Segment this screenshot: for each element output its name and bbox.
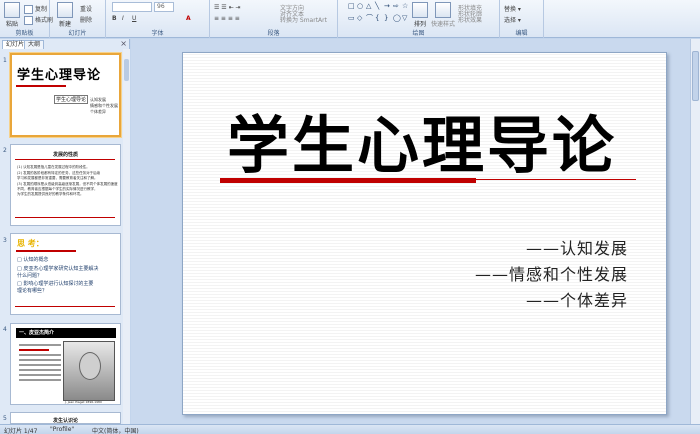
new-slide-button[interactable]: 新建 [54,2,76,28]
tab-outline[interactable]: 大纲 [24,40,45,49]
thumb-rule [15,217,115,218]
slide-counter: 幻灯片 1/47 [4,428,38,434]
smartart-button[interactable]: 转换为 SmartArt [280,15,327,24]
underline-button[interactable]: U [132,15,136,22]
thumb-items: 认知发展 情感和个性发展 个体差异 [90,97,118,114]
bold-button[interactable]: B [112,15,117,22]
close-icon[interactable]: × [120,39,127,48]
subtitle-line[interactable]: ——情感和个性发展 [475,261,628,285]
slide-number: 3 [3,237,7,244]
new-slide-icon [57,2,73,18]
italic-button[interactable]: I [122,15,124,22]
paragraph-group: ☰ ☰ ⇤ ⇥ ≡ ≡ ≡ ≡ 文字方向 对齐文本 转换为 SmartArt 段… [210,0,338,38]
theme-name: "Profile" [50,426,75,433]
font-size-select[interactable]: 96 [154,2,174,12]
drawing-label: 绘图 [412,30,425,37]
paste-icon [4,2,20,18]
arrange-icon [412,2,428,18]
font-name-select[interactable] [112,2,152,12]
portrait-image [63,341,115,401]
drawing-group: □ ○ △ ╲ → ⇨ ☆ ▭ ◇ ⌒{} ◯ ▽ 排列 快速样式 形状填充 形状轮廓 形状效果 绘… [338,0,500,38]
thumb-title: 发展的性质 [52,152,78,158]
clipboard-group: 粘贴 复制 格式刷 剪贴板 [0,0,53,38]
clipboard-label: 剪贴板 [15,30,34,37]
paste-button[interactable]: 粘贴 [3,2,21,28]
shape-effects-button[interactable]: 形状效果 [458,15,482,24]
format-painter-button[interactable]: 格式刷 [24,15,53,25]
slide-thumbnail-3[interactable]: 思 考： □ 认知的概念 □ 皮亚杰心理学家研究认知主要解决 什么问题？ □ 影… [10,233,121,315]
font-label: 字体 [151,30,164,37]
slides-label: 幻灯片 [68,30,87,37]
thumb-box: 学生心理导论 [54,95,89,104]
editing-label: 编辑 [515,30,528,37]
slide-title[interactable]: 学生心理导论 [227,95,617,185]
editing-group: 替换 ▾ 选择 ▾ 编辑 [500,0,544,38]
editor-scrollbar[interactable] [690,39,700,424]
arrange-button[interactable]: 排列 [410,2,430,28]
thumb-title: 学生心理导论 [17,68,102,83]
slide-thumbnail-2[interactable]: 发展的性质 (1) 认知发展是指儿童在发展过程中的阶段性。 (2) 发展的各阶段… [10,144,121,226]
align-buttons[interactable]: ≡ ≡ ≡ ≡ [214,15,240,22]
pane-tabs: 幻灯片 大纲 × [0,39,130,49]
replace-button[interactable]: 替换 ▾ [504,4,521,13]
slide-number: 4 [3,326,7,333]
font-group: 96 B I U A 字体 [106,0,210,38]
slide-editor: 学生心理导论 ——认知发展 ——情感和个性发展 ——个体差异 [131,39,700,424]
select-button[interactable]: 选择 ▾ [504,15,521,24]
current-slide[interactable]: 学生心理导论 ——认知发展 ——情感和个性发展 ——个体差异 [182,52,667,415]
subtitle-line[interactable]: ——认知发展 [526,235,628,259]
slides-group: 新建 重设 删除 幻灯片 [50,0,106,38]
slide-thumbnail-1[interactable]: 学生心理导论 学生心理导论 认知发展 情感和个性发展 个体差异 [10,53,121,137]
slide-number: 2 [3,147,7,154]
thumb-red-bar [16,250,76,252]
title-red-line [476,179,636,180]
ribbon: 粘贴 复制 格式刷 剪贴板 新建 重设 删除 幻灯片 96 B I U A 字体… [0,0,700,38]
quick-styles-icon [435,2,451,18]
slide-number: 5 [3,415,7,422]
pane-scrollbar[interactable] [123,49,130,424]
slides-pane: 幻灯片 大纲 × 1 学生心理导论 学生心理导论 认知发展 情感和个性发展 个体… [0,39,130,424]
shapes-gallery[interactable]: □ ○ △ ╲ → ⇨ ☆ ▭ ◇ ⌒{} ◯ ▽ [348,2,410,24]
brush-icon [24,16,33,25]
copy-icon [24,5,33,14]
thumb-rule [15,306,115,307]
status-bar: 幻灯片 1/47 "Profile" 中文(简体，中国) [0,424,700,434]
delete-slide-button[interactable]: 删除 [80,15,92,24]
bullets-button[interactable]: ☰ ☰ ⇤ ⇥ [214,4,241,11]
quick-styles-button[interactable]: 快速样式 [430,2,456,28]
slide-thumbnail-4[interactable]: 一、皮亚杰简介 J. Jean Piaget 1896-1980 [10,323,121,405]
copy-button[interactable]: 复制 [24,4,47,14]
thumb-red-bar [16,85,66,87]
slide-number: 1 [3,57,7,64]
subtitle-line[interactable]: ——个体差异 [526,287,628,311]
thumb-band: 一、皮亚杰简介 [16,328,116,338]
slide-thumbnail-5[interactable]: 发生认识论 [10,412,121,424]
paragraph-label: 段落 [267,30,280,37]
title-red-bar [220,178,476,183]
thumb-rule [15,159,115,160]
thumb-heading: 思 考： [17,239,44,248]
font-color-button[interactable]: A [186,15,191,22]
reset-button[interactable]: 重设 [80,4,92,13]
thumb-title: 发生认识论 [52,418,78,424]
language-indicator[interactable]: 中文(简体，中国) [92,426,139,434]
